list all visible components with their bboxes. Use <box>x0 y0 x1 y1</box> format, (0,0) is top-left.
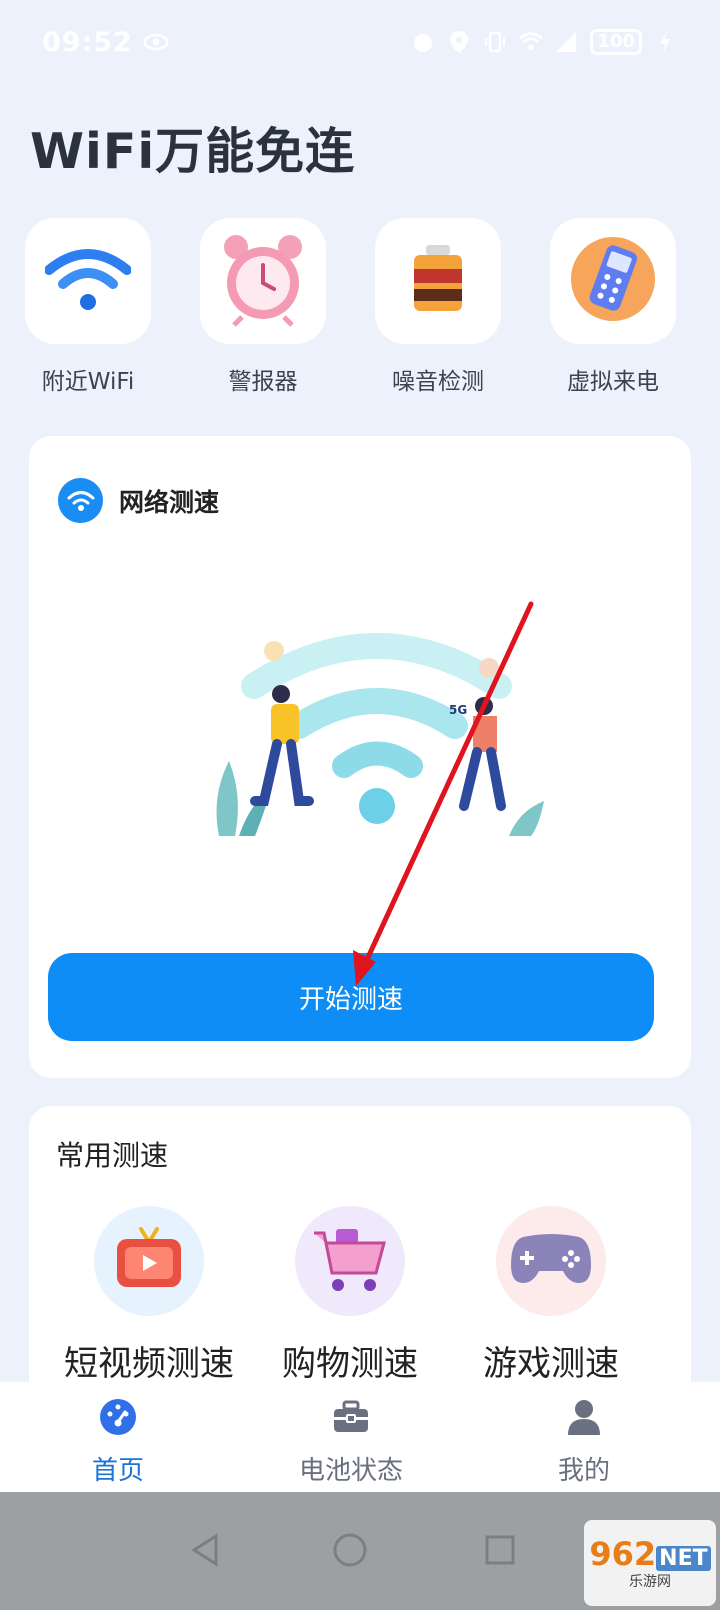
start-speed-test-button[interactable]: 开始测速 <box>48 953 654 1041</box>
common-speed-card: 常用测速 短视频测速 购物测速 游戏测速 <box>29 1106 691 1406</box>
common-item-label: 游戏测速 <box>483 1344 619 1384</box>
gamepad-icon <box>509 1231 593 1291</box>
nav-tab-label: 我的 <box>557 1456 610 1486</box>
wifi-icon <box>44 244 132 318</box>
nav-tab-label: 电池状态 <box>298 1456 403 1486</box>
common-speed-title: 常用测速 <box>56 1139 169 1172</box>
vibrate-icon <box>482 29 508 55</box>
phone-icon <box>569 235 657 327</box>
nav-tab-label: 首页 <box>91 1456 144 1486</box>
tool-alarm[interactable]: 警报器 <box>200 218 326 396</box>
location-icon <box>446 29 472 55</box>
tool-label: 虚拟来电 <box>567 369 659 395</box>
common-item-shopping[interactable]: 购物测速 <box>255 1206 445 1385</box>
eye-icon <box>143 29 169 55</box>
tool-noise-detection[interactable]: 噪音检测 <box>375 218 501 396</box>
user-icon <box>504 1396 664 1438</box>
common-item-label: 短视频测速 <box>64 1344 234 1384</box>
tool-nearby-wifi[interactable]: 附近WiFi <box>25 218 151 396</box>
common-item-game[interactable]: 游戏测速 <box>456 1206 646 1385</box>
common-item-label: 购物测速 <box>282 1344 418 1384</box>
nav-tab-mine[interactable]: 我的 <box>504 1396 664 1487</box>
tool-label: 警报器 <box>228 369 298 395</box>
shopping-cart-icon <box>312 1223 388 1299</box>
quick-tools: 附近WiFi 警报器 噪音检测 虚拟来电 <box>0 218 720 398</box>
wifi-badge-icon <box>58 478 103 523</box>
watermark-number: 962 <box>589 1535 657 1573</box>
page-title: WiFi万能免连 <box>30 123 356 180</box>
battery-indicator: 100 <box>590 29 642 55</box>
speed-test-illustration: 5G <box>159 596 579 856</box>
watermark-net: NET <box>656 1546 711 1571</box>
cell-signal-icon <box>554 29 580 55</box>
common-item-short-video[interactable]: 短视频测速 <box>54 1206 244 1385</box>
back-icon[interactable] <box>185 1530 225 1570</box>
tool-virtual-call[interactable]: 虚拟来电 <box>550 218 676 396</box>
tv-play-icon <box>113 1227 185 1295</box>
status-bar: 09:52 100 <box>0 0 720 84</box>
5g-badge: 5G <box>449 703 467 717</box>
home-circle-icon[interactable] <box>330 1530 370 1570</box>
charging-icon <box>652 29 678 55</box>
nav-tab-battery-status[interactable]: 电池状态 <box>271 1396 431 1487</box>
status-time: 09:52 <box>42 26 133 58</box>
toolbox-icon <box>271 1396 431 1438</box>
bottom-nav: 首页 电池状态 我的 <box>0 1382 720 1492</box>
speed-test-card: 网络测速 5G 开始测速 <box>29 436 691 1078</box>
wifi-status-icon <box>518 29 544 55</box>
tool-label: 附近WiFi <box>41 369 135 395</box>
noise-meter-icon <box>410 243 466 319</box>
recents-icon[interactable] <box>480 1530 520 1570</box>
site-watermark: 962 NET 乐游网 <box>584 1520 716 1606</box>
alarm-icon <box>410 29 436 55</box>
alarm-clock-icon <box>220 231 306 331</box>
speed-test-title: 网络测速 <box>119 487 220 517</box>
watermark-sub: 乐游网 <box>629 1574 671 1590</box>
speed-test-header: 网络测速 <box>58 478 219 523</box>
tool-label: 噪音检测 <box>392 369 484 395</box>
speedometer-icon <box>38 1396 198 1438</box>
nav-tab-home[interactable]: 首页 <box>38 1396 198 1487</box>
